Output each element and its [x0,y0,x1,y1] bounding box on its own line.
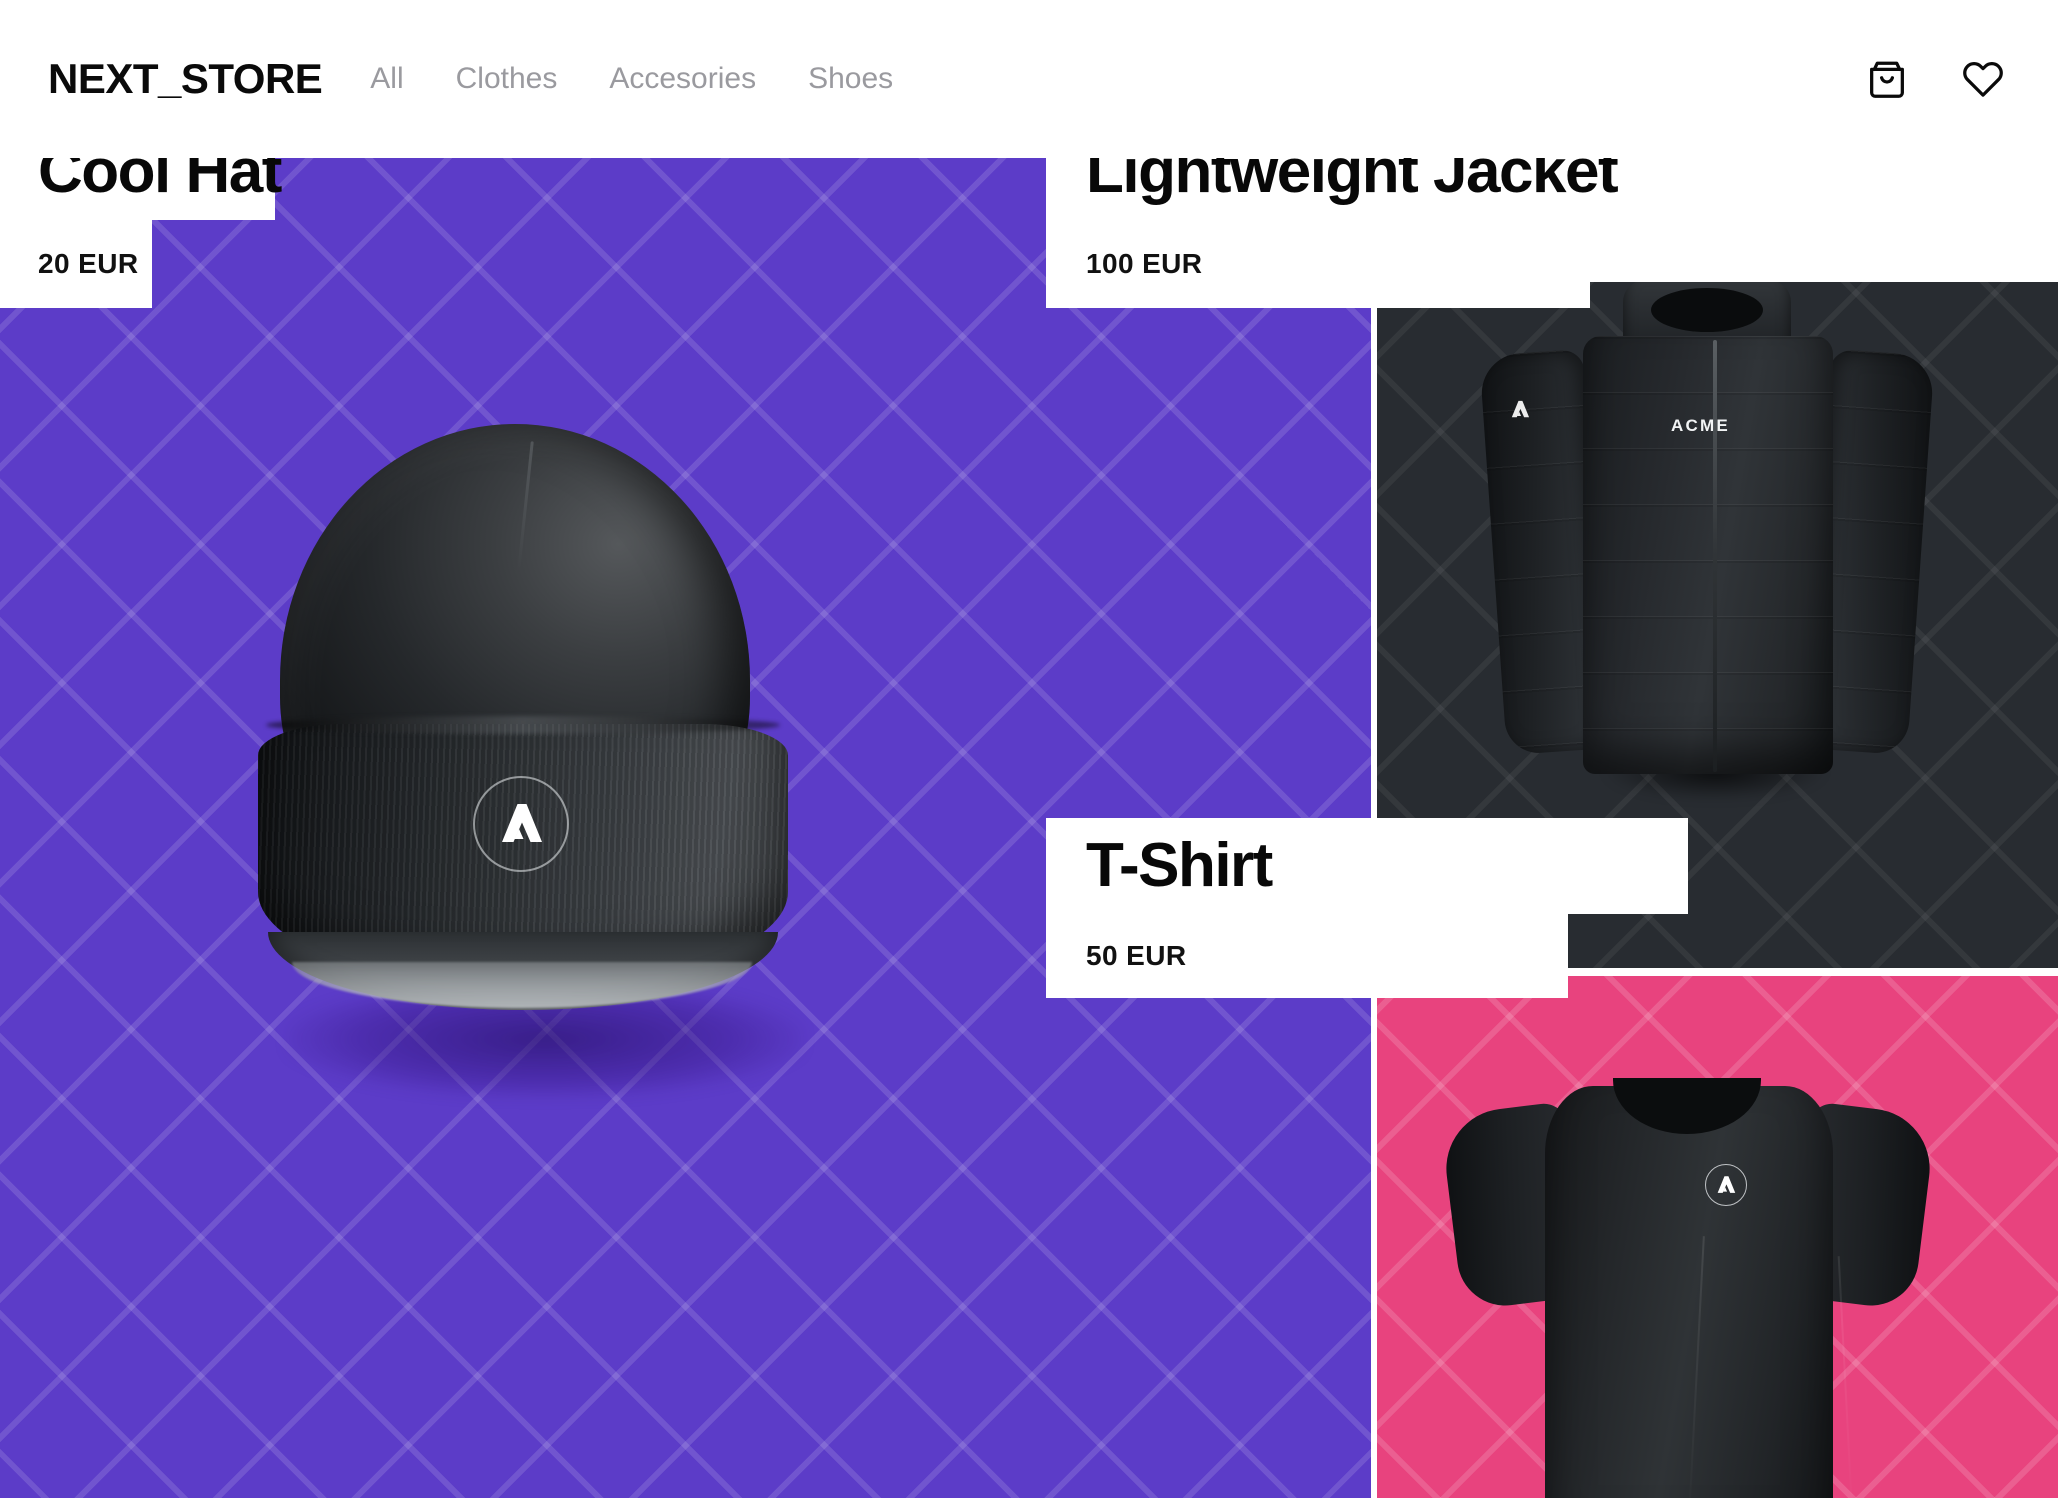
brand-logo[interactable]: NEXT_STORE [48,58,323,100]
nav-item-accesories[interactable]: Accesories [609,64,756,94]
store-page: NEXT_STORE All Clothes Accesories Shoes [0,0,2058,1498]
cool-hat-image [0,124,1371,1498]
acme-logo-mark [1511,400,1530,417]
shirt-body [1545,1086,1855,1498]
beanie-seam [517,441,535,571]
beanie-cuff-edge [266,716,780,734]
product-card-cool-hat[interactable] [0,124,1371,1498]
acme-logo-mark [502,804,542,842]
main-navigation: All Clothes Accesories Shoes [370,64,893,94]
product-price-block-lightweight-jacket: 100 EUR [1046,220,1590,308]
product-title: T-Shirt [1086,831,1273,900]
jacket-body [1583,336,1833,774]
header-actions [1864,56,2006,102]
acme-triangle-logo [1705,1164,1747,1206]
beanie-graphic [258,424,788,1039]
jacket-brand-text: ACME [1671,416,1730,435]
site-header: NEXT_STORE All Clothes Accesories Shoes [0,0,2058,158]
acme-triangle-logo [473,776,569,872]
product-price: 20 EUR [38,248,139,279]
product-price-block-cool-hat: 20 EUR [0,220,152,308]
shirt-fold [1687,1236,1705,1498]
product-title-block-t-shirt: T-Shirt [1046,818,1688,914]
jacket-zipper [1713,340,1717,772]
nav-item-clothes[interactable]: Clothes [456,64,558,94]
jacket-neck-opening [1651,288,1763,332]
product-price: 100 EUR [1086,248,1203,279]
nav-item-all[interactable]: All [370,64,403,94]
product-card-t-shirt[interactable] [1377,976,2058,1498]
t-shirt-image [1437,1078,1937,1498]
beanie-brim-lining [292,962,752,1008]
shopping-bag-icon[interactable] [1864,56,1910,102]
heart-icon[interactable] [1960,56,2006,102]
acme-logo-mark [1717,1176,1736,1193]
nav-item-shoes[interactable]: Shoes [808,64,893,94]
acme-triangle-logo [1503,392,1537,426]
product-price: 50 EUR [1086,940,1187,971]
product-price-block-t-shirt: 50 EUR [1046,914,1568,998]
product-grid: ACME Cool Hat 20 EUR Lightweight Jacket … [0,124,2058,1498]
